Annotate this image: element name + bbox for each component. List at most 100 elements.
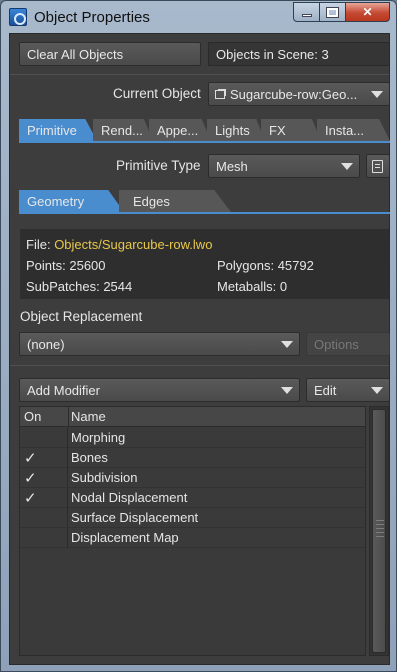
chevron-down-icon (371, 91, 383, 98)
add-modifier-dropdown[interactable]: Add Modifier (19, 378, 300, 402)
clear-all-objects-button[interactable]: Clear All Objects (19, 42, 201, 66)
close-button[interactable]: ✕ (346, 2, 390, 22)
primitive-type-dropdown[interactable]: Mesh (208, 154, 360, 178)
tab-geometry[interactable]: Geometry (19, 190, 124, 212)
modifier-name: Surface Displacement (71, 510, 199, 525)
objects-in-scene-label: Objects in Scene: 3 (216, 46, 329, 62)
window-frame: Object Properties ✕ Clear All Objects Ob… (0, 0, 397, 672)
window-title: Object Properties (34, 9, 150, 26)
objects-in-scene: Objects in Scene: 3 (208, 42, 390, 66)
enabled-toggle[interactable]: ✓ (20, 468, 68, 488)
tab-underline (19, 141, 390, 143)
table-row[interactable]: Displacement Map (20, 528, 365, 548)
minimize-button[interactable] (293, 2, 320, 22)
divider (10, 74, 389, 75)
tab-label: FX (269, 122, 286, 138)
chevron-down-icon (281, 341, 293, 348)
tab-edges[interactable]: Edges (119, 190, 231, 212)
tab-instance[interactable]: Insta... (317, 119, 390, 141)
tab-label: Primitive (27, 122, 77, 138)
chevron-down-icon (341, 163, 353, 170)
grip-line (376, 520, 384, 521)
grip-line (376, 524, 384, 525)
column-header-on[interactable]: On (24, 409, 41, 424)
object-replacement-value: (none) (27, 336, 65, 352)
tab-fx[interactable]: FX (261, 119, 321, 141)
modifier-name: Morphing (71, 430, 126, 445)
grip-line (376, 536, 384, 537)
enabled-toggle[interactable]: ✓ (20, 488, 68, 508)
enabled-toggle[interactable]: ✓ (20, 448, 68, 468)
chevron-down-icon (371, 387, 383, 394)
column-divider (68, 407, 69, 427)
table-row[interactable]: ✓ Bones (20, 448, 365, 468)
scrollbar-thumb[interactable] (372, 409, 386, 653)
current-object-dropdown[interactable]: Sugarcube-row:Geo... (208, 82, 390, 106)
modifier-table: On Name Morphing ✓ Bones ✓ Subdivision ✓ Nodal… (19, 406, 366, 656)
tab-label: Edges (133, 193, 170, 209)
file-row: File: Objects/Sugarcube-row.lwo (26, 237, 212, 252)
modifier-name: Bones (71, 450, 108, 465)
file-path: Objects/Sugarcube-row.lwo (54, 237, 213, 252)
table-row[interactable]: ✓ Subdivision (20, 468, 365, 488)
tab-lights[interactable]: Lights (207, 119, 265, 141)
column-header-name[interactable]: Name (71, 409, 106, 424)
maximize-button[interactable] (320, 2, 346, 22)
geometry-info-panel: File: Objects/Sugarcube-row.lwo Points: … (20, 229, 389, 299)
subpatches-count: SubPatches: 2544 (26, 279, 133, 294)
title-bar[interactable]: Object Properties ✕ (1, 1, 396, 33)
modifier-name: Subdivision (71, 470, 138, 485)
clipboard-icon (372, 159, 383, 173)
checkmark-icon: ✓ (24, 490, 37, 507)
table-row[interactable]: Morphing (20, 428, 365, 448)
tab-appearance[interactable]: Appe... (149, 119, 211, 141)
current-object-label: Current Object (113, 86, 201, 101)
points-count: Points: 25600 (26, 258, 106, 273)
grip-line (376, 532, 384, 533)
object-icon (215, 89, 225, 99)
tab-label: Geometry (27, 193, 85, 209)
clear-all-objects-label: Clear All Objects (27, 46, 124, 62)
chevron-down-icon (281, 387, 293, 394)
tab-label: Rend... (101, 122, 143, 138)
edit-label: Edit (314, 382, 337, 398)
clipboard-button[interactable] (366, 154, 390, 178)
table-row[interactable]: Surface Displacement (20, 508, 365, 528)
properties-panel: Clear All Objects Objects in Scene: 3 Cu… (9, 33, 390, 665)
geometry-tabs: Geometry Edges (19, 190, 231, 212)
main-tabs: Primitive Rend... Appe... Lights FX Inst… (19, 119, 390, 141)
enabled-toggle[interactable] (20, 508, 68, 528)
metaballs-count: Metaballs: 0 (217, 279, 288, 294)
modifier-name: Nodal Displacement (71, 490, 188, 505)
options-label: Options (314, 336, 359, 352)
tab-label: Appe... (157, 122, 199, 138)
maximize-icon (326, 6, 339, 18)
scrollbar[interactable] (369, 406, 389, 656)
table-header: On Name (20, 407, 365, 427)
tab-label: Insta... (325, 122, 365, 138)
checkmark-icon: ✓ (24, 470, 37, 487)
tab-primitive[interactable]: Primitive (19, 119, 97, 141)
object-replacement-dropdown[interactable]: (none) (19, 332, 300, 356)
table-row[interactable]: ✓ Nodal Displacement (20, 488, 365, 508)
primitive-type-value: Mesh (216, 158, 248, 174)
app-icon (9, 8, 27, 26)
enabled-toggle[interactable] (20, 428, 68, 448)
subtab-underline (19, 212, 390, 214)
enabled-toggle[interactable] (20, 528, 68, 548)
window-controls: ✕ (293, 2, 390, 22)
tab-label: Lights (215, 122, 250, 138)
modifier-name: Displacement Map (71, 530, 179, 545)
current-object-value: Sugarcube-row:Geo... (230, 86, 358, 102)
close-icon: ✕ (362, 5, 373, 19)
tab-render[interactable]: Rend... (93, 119, 153, 141)
edit-dropdown[interactable]: Edit (306, 378, 390, 402)
primitive-type-label: Primitive Type (116, 158, 201, 173)
checkmark-icon: ✓ (24, 450, 37, 467)
grip-line (376, 528, 384, 529)
polygons-count: Polygons: 45792 (217, 258, 314, 273)
file-label: File: (26, 237, 51, 252)
add-modifier-label: Add Modifier (27, 382, 100, 398)
options-button[interactable]: Options (306, 332, 390, 356)
object-replacement-label: Object Replacement (20, 309, 143, 324)
